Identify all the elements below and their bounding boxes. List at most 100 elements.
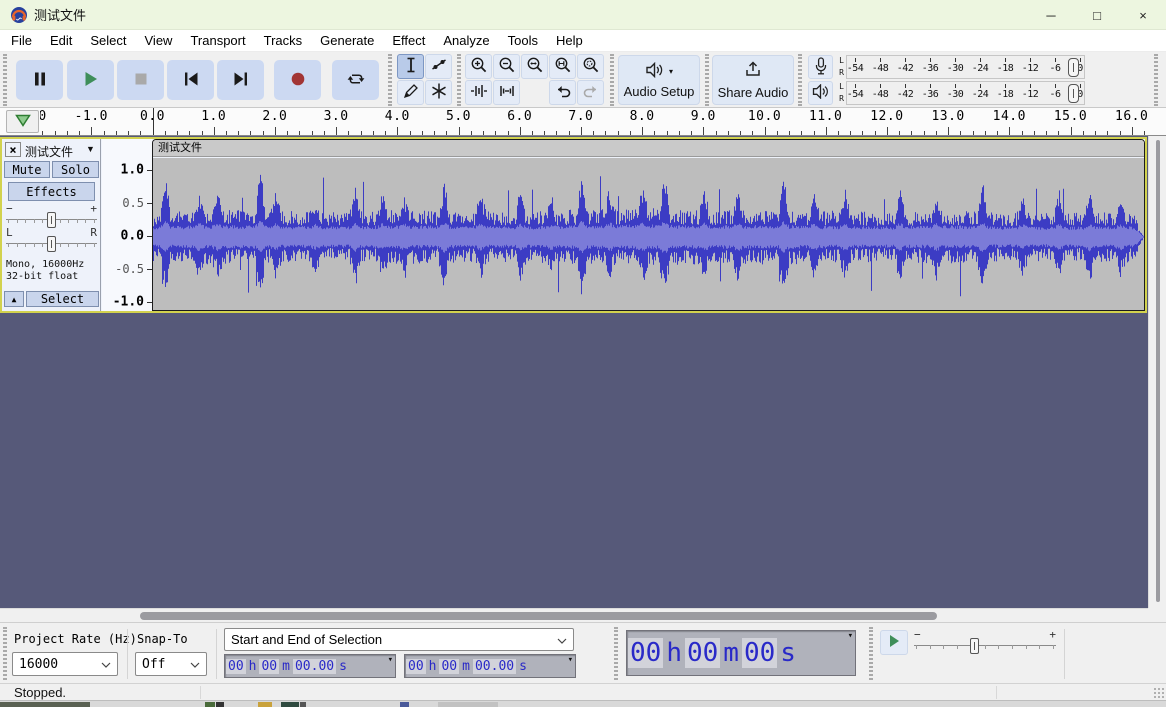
menu-item-tools[interactable]: Tools bbox=[499, 31, 547, 50]
toolbar-grip[interactable] bbox=[705, 54, 709, 106]
record-meter[interactable]: LR-54-48-42-36-30-24-18-12-60 bbox=[800, 54, 1160, 80]
solo-button[interactable]: Solo bbox=[52, 161, 99, 178]
meter-scale[interactable]: -54-48-42-36-30-24-18-12-60 bbox=[846, 81, 1085, 105]
redo-button[interactable] bbox=[577, 80, 604, 105]
zoom-in-button[interactable] bbox=[465, 54, 492, 79]
audio-position-display[interactable]: 00h00m00s▾ bbox=[626, 630, 856, 676]
project-rate-select[interactable]: 16000 bbox=[12, 652, 118, 676]
selection-end-field[interactable]: 00h00m00.00s▾ bbox=[404, 654, 576, 678]
track-collapse-button[interactable]: ▲ bbox=[4, 291, 24, 307]
loop-button[interactable] bbox=[332, 60, 379, 100]
slider-thumb[interactable] bbox=[47, 236, 56, 252]
track-name[interactable]: 测试文件 bbox=[25, 143, 73, 160]
play-button[interactable] bbox=[67, 60, 114, 100]
playback-meter-button[interactable] bbox=[808, 81, 833, 105]
toolbar-grip[interactable] bbox=[610, 54, 614, 106]
undo-button[interactable] bbox=[549, 80, 576, 105]
playback-speed-slider[interactable]: −+ bbox=[914, 631, 1056, 655]
horizontal-scrollbar[interactable] bbox=[0, 608, 1148, 622]
time-unit[interactable]: s bbox=[337, 659, 349, 674]
horizontal-scrollbar-thumb[interactable] bbox=[140, 612, 937, 620]
envelope-tool-button[interactable] bbox=[425, 54, 452, 79]
gain-slider[interactable]: −+ bbox=[6, 205, 97, 227]
time-unit[interactable]: h bbox=[247, 659, 259, 674]
time-digits[interactable]: 00 bbox=[259, 659, 279, 674]
selection-mode-select[interactable]: Start and End of Selection bbox=[224, 628, 574, 651]
pause-button[interactable] bbox=[16, 60, 63, 100]
menu-item-select[interactable]: Select bbox=[81, 31, 135, 50]
menu-item-edit[interactable]: Edit bbox=[41, 31, 81, 50]
timeline-ruler[interactable]: -2.0-1.00.01.02.03.04.05.06.07.08.09.010… bbox=[40, 108, 1148, 135]
time-field-menu-arrow[interactable]: ▾ bbox=[388, 655, 395, 665]
time-digits[interactable]: 00 bbox=[628, 638, 663, 668]
fit-selection-button[interactable] bbox=[521, 54, 548, 79]
toolbar-grip[interactable] bbox=[1154, 54, 1158, 106]
toolbar-grip[interactable] bbox=[614, 627, 618, 680]
selection-start-field[interactable]: 00h00m00.00s▾ bbox=[224, 654, 396, 678]
draw-tool-button[interactable] bbox=[397, 80, 424, 105]
selection-tool-button[interactable] bbox=[397, 54, 424, 79]
pan-slider[interactable]: LR bbox=[6, 229, 97, 251]
time-digits[interactable]: 00.00 bbox=[293, 659, 336, 674]
time-field-menu-arrow[interactable]: ▾ bbox=[568, 655, 575, 665]
playback-meter[interactable]: LR-54-48-42-36-30-24-18-12-60 bbox=[800, 80, 1160, 106]
track-close-button[interactable]: × bbox=[5, 142, 21, 157]
time-unit[interactable]: h bbox=[427, 659, 439, 674]
menu-item-effect[interactable]: Effect bbox=[383, 31, 434, 50]
silence-selection-button[interactable] bbox=[493, 80, 520, 105]
timeline-pin-button[interactable] bbox=[6, 110, 39, 133]
play-at-speed-button[interactable] bbox=[880, 630, 908, 655]
time-unit[interactable]: m bbox=[460, 659, 472, 674]
menu-item-analyze[interactable]: Analyze bbox=[434, 31, 498, 50]
vertical-scrollbar-thumb[interactable] bbox=[1156, 140, 1160, 602]
vertical-ruler[interactable]: 1.00.50.0-0.5-1.0 bbox=[102, 139, 152, 311]
zoom-out-button[interactable] bbox=[493, 54, 520, 79]
multi-tool-button[interactable] bbox=[425, 80, 452, 105]
time-digits[interactable]: 00 bbox=[742, 638, 777, 668]
slider-thumb[interactable] bbox=[970, 638, 979, 654]
track-select-button[interactable]: Select bbox=[26, 291, 99, 307]
time-digits[interactable]: 00 bbox=[226, 659, 246, 674]
record-meter-button[interactable] bbox=[808, 55, 833, 79]
time-unit[interactable]: m bbox=[721, 638, 741, 668]
time-unit[interactable]: h bbox=[664, 638, 684, 668]
slider-thumb[interactable] bbox=[47, 212, 56, 228]
skip-to-start-button[interactable] bbox=[167, 60, 214, 100]
snap-to-select[interactable]: Off bbox=[135, 652, 207, 676]
skip-to-end-button[interactable] bbox=[217, 60, 264, 100]
toolbar-grip[interactable] bbox=[388, 54, 392, 106]
meter-handle[interactable] bbox=[1068, 58, 1079, 77]
waveform-display[interactable] bbox=[153, 158, 1144, 310]
record-button[interactable] bbox=[274, 60, 321, 100]
menu-item-generate[interactable]: Generate bbox=[311, 31, 383, 50]
toolbar-grip[interactable] bbox=[869, 627, 873, 680]
minimize-button[interactable]: ─ bbox=[1028, 0, 1074, 30]
track-menu-button[interactable]: ▼ bbox=[86, 144, 95, 154]
toolbar-grip[interactable] bbox=[3, 54, 7, 106]
effects-button[interactable]: Effects bbox=[8, 182, 95, 201]
mute-button[interactable]: Mute bbox=[4, 161, 50, 178]
time-unit[interactable]: m bbox=[280, 659, 292, 674]
time-digits[interactable]: 00 bbox=[439, 659, 459, 674]
audio-setup-button[interactable]: ▾ Audio Setup bbox=[618, 55, 700, 105]
toolbar-grip[interactable] bbox=[3, 627, 7, 680]
menu-item-view[interactable]: View bbox=[136, 31, 182, 50]
menu-item-file[interactable]: File bbox=[2, 31, 41, 50]
time-unit[interactable]: s bbox=[778, 638, 798, 668]
trim-outside-selection-button[interactable] bbox=[465, 80, 492, 105]
audio-clip[interactable]: 测试文件 bbox=[152, 139, 1145, 311]
menu-item-transport[interactable]: Transport bbox=[181, 31, 254, 50]
meter-scale[interactable]: -54-48-42-36-30-24-18-12-60 bbox=[846, 55, 1085, 79]
time-unit[interactable]: s bbox=[517, 659, 529, 674]
stop-button[interactable] bbox=[117, 60, 164, 100]
time-digits[interactable]: 00 bbox=[406, 659, 426, 674]
share-audio-button[interactable]: Share Audio bbox=[712, 55, 794, 105]
time-digits[interactable]: 00 bbox=[685, 638, 720, 668]
menu-item-help[interactable]: Help bbox=[547, 31, 592, 50]
menu-item-tracks[interactable]: Tracks bbox=[255, 31, 312, 50]
toolbar-grip[interactable] bbox=[457, 54, 461, 106]
zoom-toggle-button[interactable] bbox=[577, 54, 604, 79]
time-digits[interactable]: 00.00 bbox=[473, 659, 516, 674]
vertical-scrollbar[interactable] bbox=[1148, 136, 1166, 608]
time-field-menu-arrow[interactable]: ▾ bbox=[848, 631, 855, 641]
